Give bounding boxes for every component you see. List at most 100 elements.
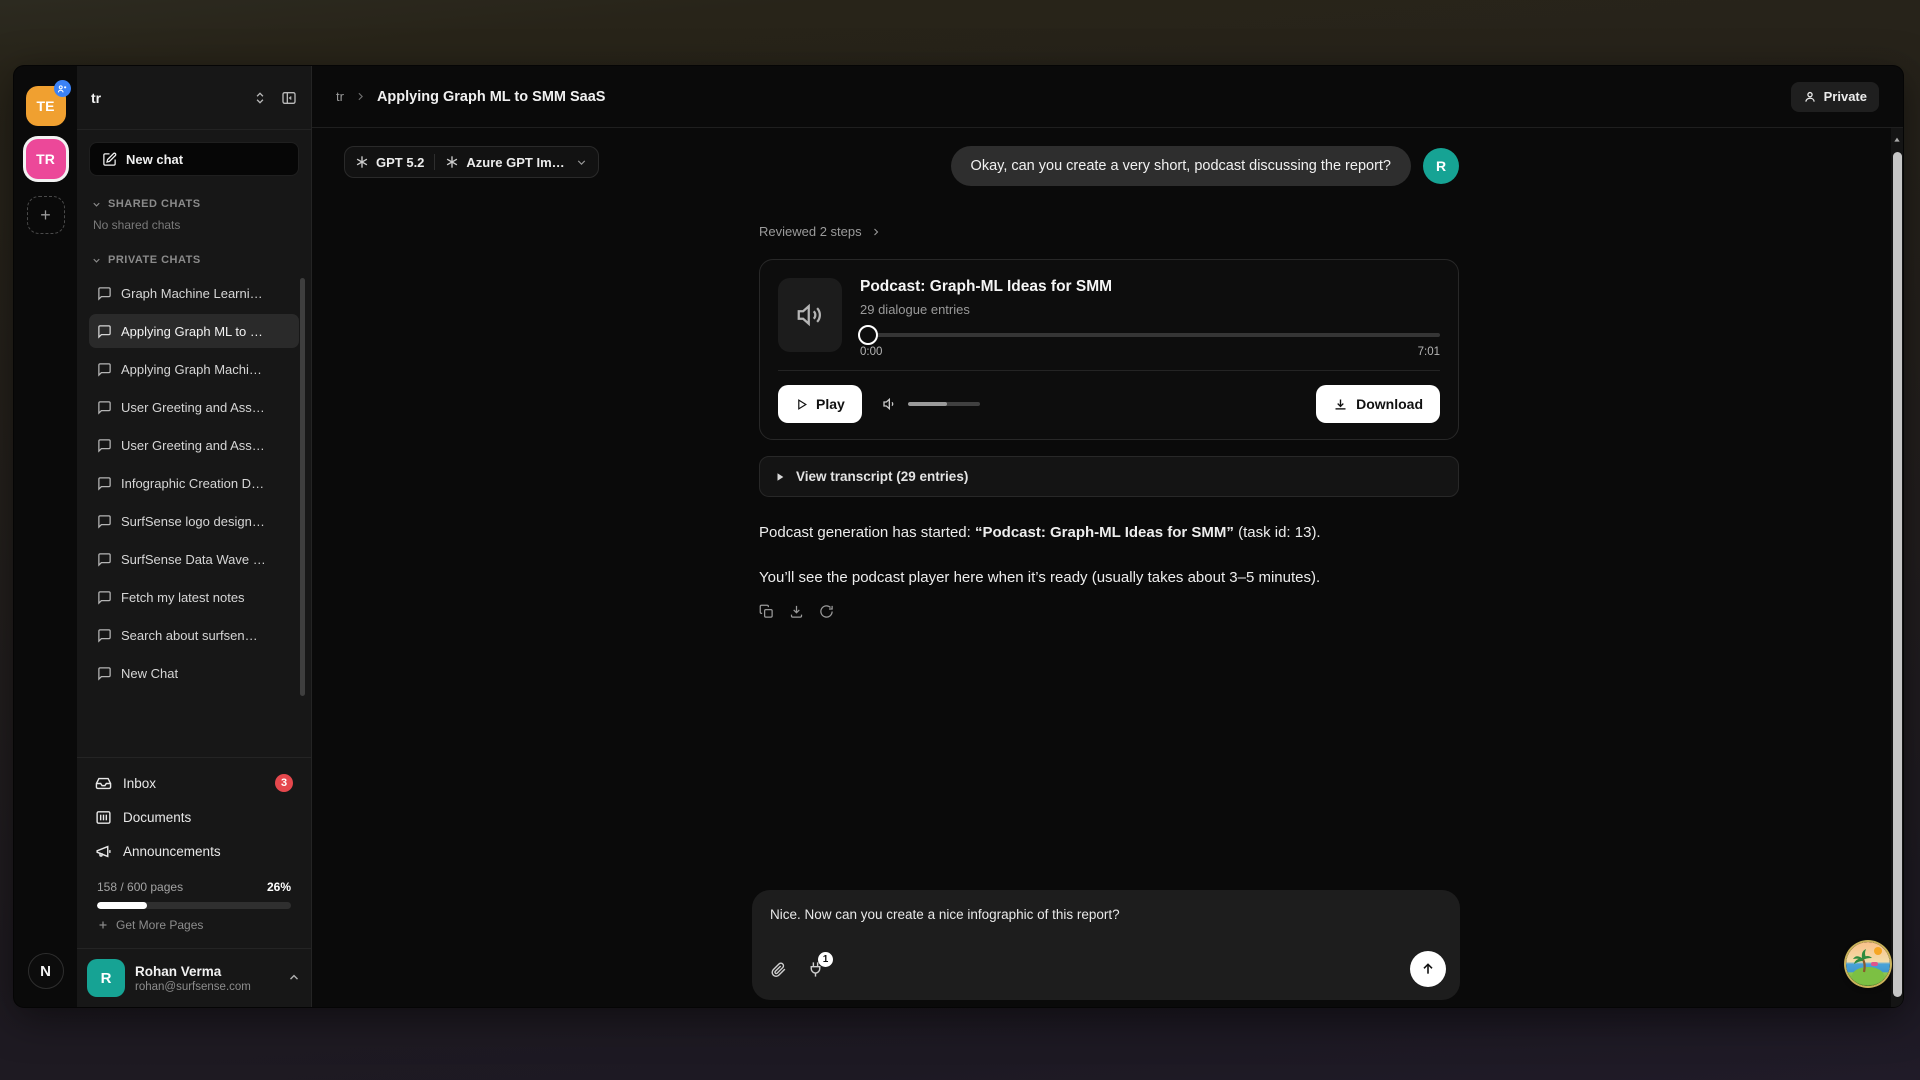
chat-item[interactable]: SurfSense logo design…: [89, 504, 299, 538]
volume-slider[interactable]: [908, 402, 980, 406]
divider: [778, 370, 1440, 371]
chat-item-label: Fetch my latest notes: [121, 590, 245, 605]
chat-bubble-icon: [97, 362, 112, 377]
message-composer[interactable]: Nice. Now can you create a nice infograp…: [752, 890, 1460, 1000]
connectors-button[interactable]: 1: [807, 961, 824, 978]
user-menu[interactable]: R Rohan Verma rohan@surfsense.com: [77, 948, 311, 1007]
openai-icon: [355, 155, 369, 169]
shared-chats-section[interactable]: SHARED CHATS: [77, 182, 311, 216]
seek-handle[interactable]: [858, 325, 878, 345]
user-email: rohan@surfsense.com: [135, 981, 251, 993]
private-label: Private: [1824, 89, 1867, 104]
volume-fill: [908, 402, 948, 406]
chat-bubble-icon: [97, 666, 112, 681]
user-avatar: R: [87, 959, 125, 997]
assistant-status-message: Podcast generation has started: “Podcast…: [759, 522, 1459, 543]
download-icon[interactable]: [789, 604, 804, 619]
chevron-down-icon: [575, 156, 588, 169]
user-message-row: Okay, can you create a very short, podca…: [759, 146, 1459, 186]
chat-item[interactable]: SurfSense Data Wave …: [89, 542, 299, 576]
reviewed-steps-label: Reviewed 2 steps: [759, 224, 862, 239]
app-window: TE TR + N tr New chat S: [14, 66, 1903, 1007]
user-name: Rohan Verma: [135, 964, 251, 979]
usage-progressbar: [97, 902, 291, 909]
chat-item-label: New Chat: [121, 666, 178, 681]
private-chats-section[interactable]: PRIVATE CHATS: [77, 238, 311, 272]
user-message-bubble: Okay, can you create a very short, podca…: [951, 146, 1411, 186]
shared-chats-title: SHARED CHATS: [108, 198, 201, 210]
assistant-status-line2: You’ll see the podcast player here when …: [759, 567, 1459, 588]
chat-item-active[interactable]: Applying Graph ML to …: [89, 314, 299, 348]
model-secondary[interactable]: Azure GPT Im…: [445, 155, 564, 170]
sidebar-item-documents[interactable]: Documents: [87, 800, 301, 834]
seek-slider[interactable]: [860, 333, 1440, 337]
sidebar-item-inbox[interactable]: Inbox 3: [87, 766, 301, 800]
regenerate-icon[interactable]: [819, 604, 834, 619]
megaphone-icon: [95, 843, 112, 860]
attach-file-button[interactable]: [770, 961, 787, 978]
workspace-avatar-tr-active[interactable]: TR: [26, 139, 66, 179]
chevron-down-icon: [91, 199, 102, 210]
podcast-subtitle: 29 dialogue entries: [860, 302, 1440, 317]
copy-icon[interactable]: [759, 604, 774, 619]
add-workspace-button[interactable]: +: [27, 196, 65, 234]
sidebar-toggle-icon[interactable]: [281, 90, 297, 106]
new-chat-icon: [102, 152, 117, 167]
private-visibility-button[interactable]: Private: [1791, 82, 1879, 112]
send-button[interactable]: [1410, 951, 1446, 987]
main-panel: tr Applying Graph ML to SMM SaaS Private…: [312, 66, 1903, 1007]
download-button[interactable]: Download: [1316, 385, 1440, 423]
user-icon: [1803, 90, 1817, 104]
scroll-up-arrow[interactable]: [1893, 136, 1901, 144]
chat-item-label: User Greeting and Ass…: [121, 438, 265, 453]
chat-list-scrollbar[interactable]: [300, 278, 305, 696]
new-chat-button[interactable]: New chat: [89, 142, 299, 176]
island-badge[interactable]: [1846, 942, 1890, 986]
sidebar-header: tr: [77, 66, 311, 130]
chat-item[interactable]: Fetch my latest notes: [89, 580, 299, 614]
get-more-pages-button[interactable]: Get More Pages: [95, 916, 293, 940]
composer-input[interactable]: Nice. Now can you create a nice infograp…: [770, 907, 1442, 922]
reviewed-steps-toggle[interactable]: Reviewed 2 steps: [759, 224, 1459, 239]
workspace-avatar-te[interactable]: TE: [26, 86, 66, 126]
scrollbar-thumb[interactable]: [1893, 152, 1902, 997]
sidebar-item-announcements[interactable]: Announcements: [87, 834, 301, 868]
add-workspace-label: +: [40, 205, 51, 226]
usage-pages: 158 / 600 pages: [97, 880, 183, 894]
app-logo[interactable]: N: [28, 953, 64, 989]
chat-item[interactable]: Search about surfsen…: [89, 618, 299, 652]
chat-item[interactable]: New Chat: [89, 656, 299, 690]
chat-bubble-icon: [97, 324, 112, 339]
volume-icon[interactable]: [882, 396, 898, 412]
app-logo-letter: N: [40, 963, 51, 980]
chat-item-label: Search about surfsen…: [121, 628, 258, 643]
chat-item[interactable]: User Greeting and Ass…: [89, 390, 299, 424]
model-primary[interactable]: GPT 5.2: [355, 155, 424, 170]
get-more-pages-label: Get More Pages: [116, 918, 203, 932]
usage-progress-fill: [97, 902, 147, 909]
main-scrollbar[interactable]: [1891, 128, 1903, 1007]
chat-item-label: SurfSense logo design…: [121, 514, 265, 529]
chevron-right-icon: [870, 226, 882, 238]
play-label: Play: [816, 396, 845, 412]
chat-item-label: Graph Machine Learni…: [121, 286, 263, 301]
breadcrumb-workspace[interactable]: tr: [336, 89, 344, 104]
new-chat-label: New chat: [126, 152, 183, 167]
chat-item[interactable]: Graph Machine Learni…: [89, 276, 299, 310]
play-button[interactable]: Play: [778, 385, 862, 423]
sidebar-footer: Inbox 3 Documents Announcements 158 / 60…: [77, 757, 311, 948]
workspace-name: tr: [91, 90, 101, 106]
chat-item[interactable]: User Greeting and Ass…: [89, 428, 299, 462]
documents-icon: [95, 809, 112, 826]
chevron-down-icon: [91, 255, 102, 266]
status-prefix: Podcast generation has started:: [759, 524, 975, 541]
workspace-switcher-icon[interactable]: [253, 91, 267, 105]
chat-item[interactable]: Applying Graph Machi…: [89, 352, 299, 386]
chevron-right-icon: [354, 90, 367, 103]
model-selector[interactable]: GPT 5.2 Azure GPT Im…: [344, 146, 599, 178]
sidebar: tr New chat SHARED CHATS No shared chats…: [77, 66, 312, 1007]
view-transcript-toggle[interactable]: View transcript (29 entries): [759, 456, 1459, 497]
openai-icon: [445, 155, 459, 169]
chat-bubble-icon: [97, 476, 112, 491]
chat-item[interactable]: Infographic Creation D…: [89, 466, 299, 500]
